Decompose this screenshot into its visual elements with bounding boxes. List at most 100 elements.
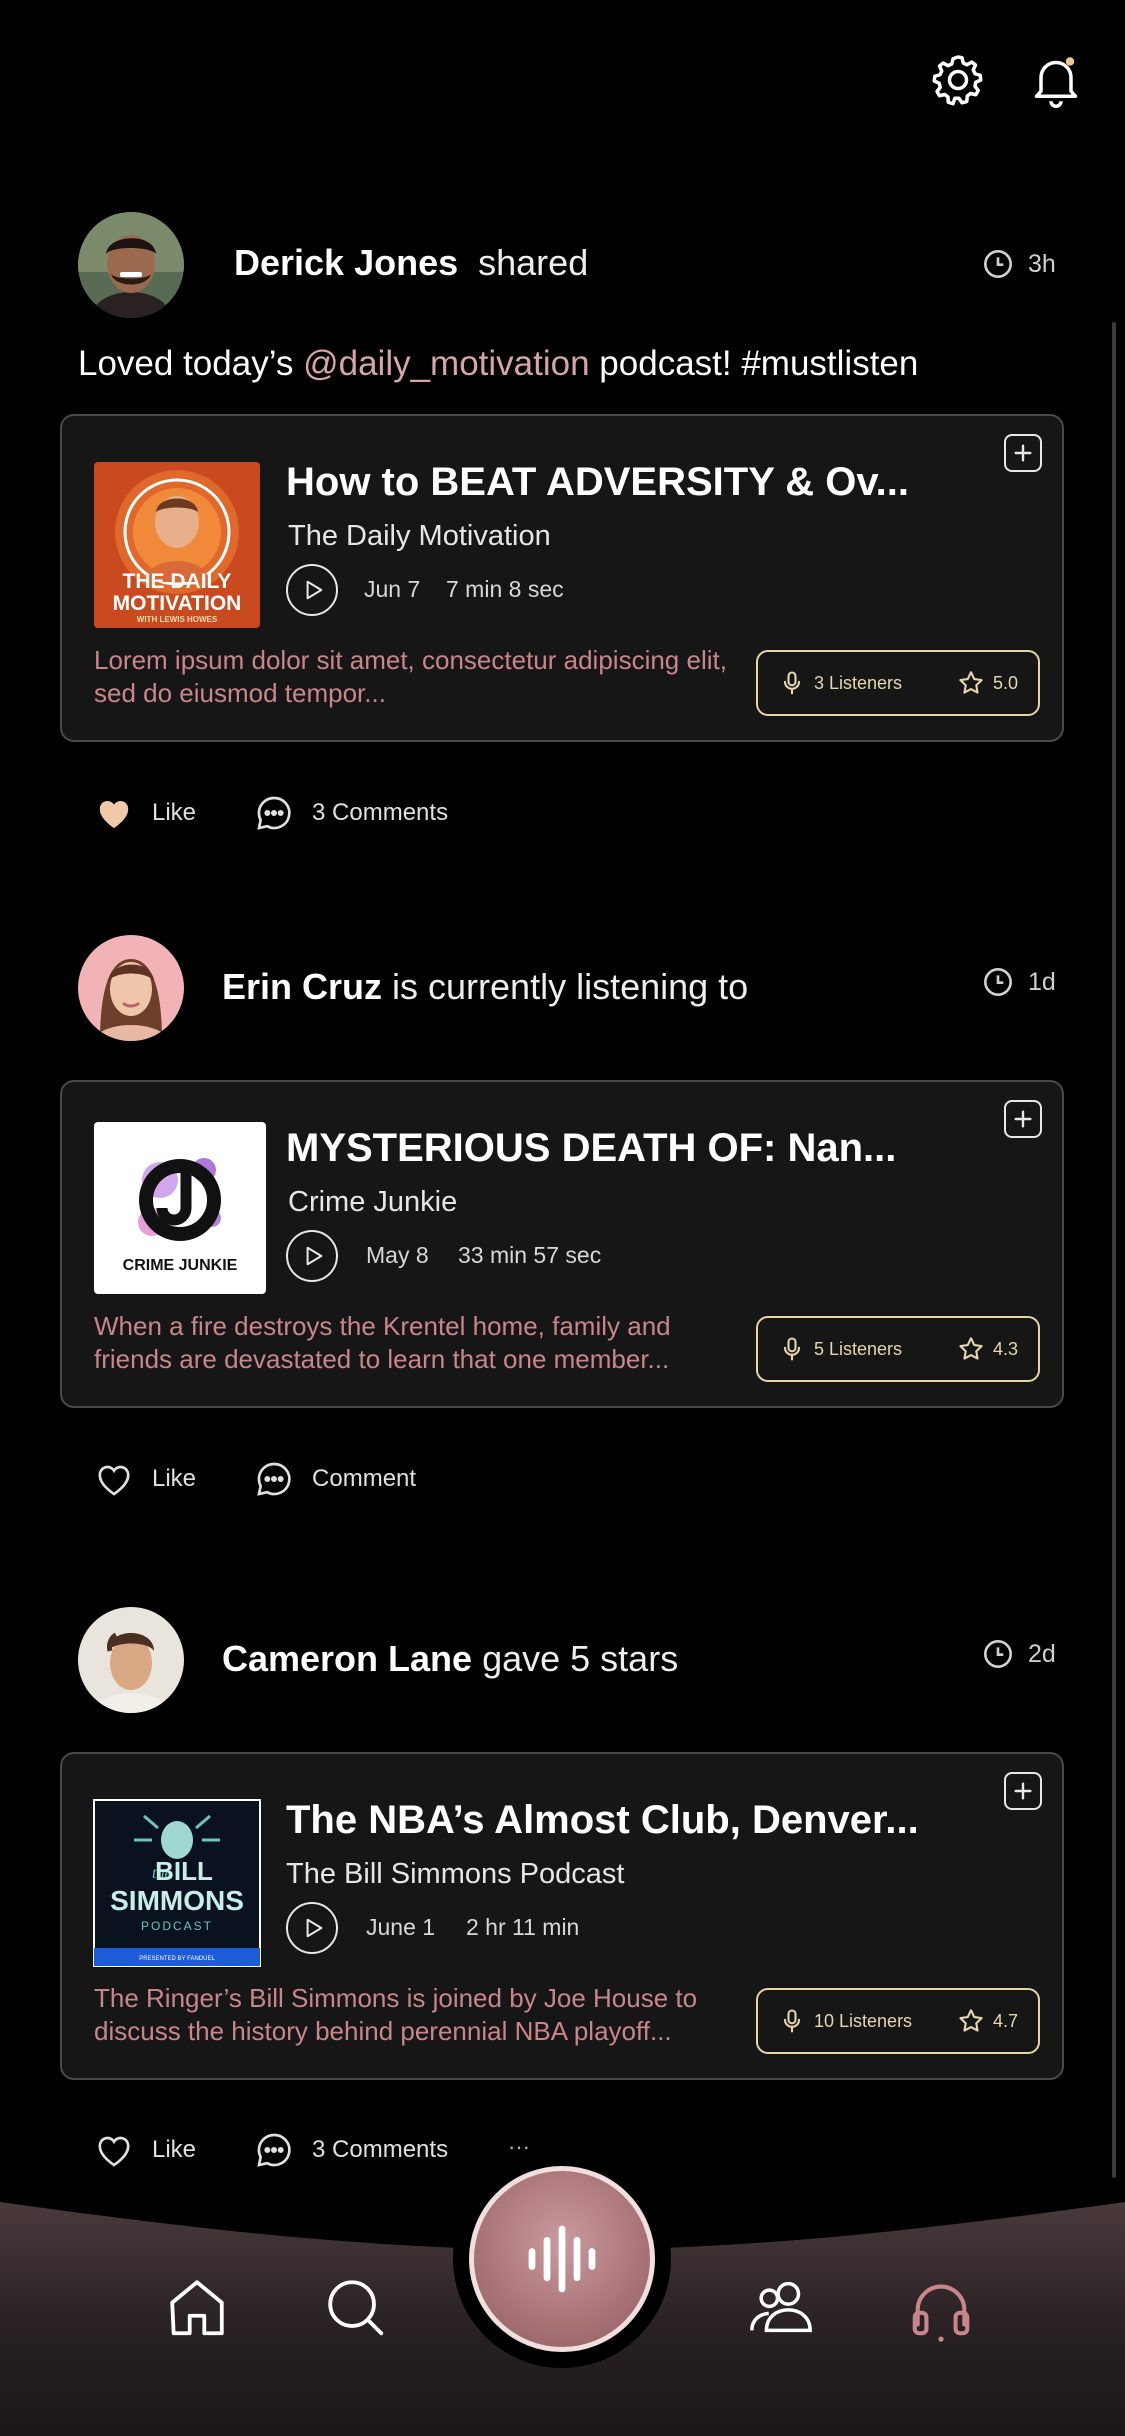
comment-button[interactable]: 3 Comments [254, 2130, 448, 2170]
record-icon [528, 2225, 596, 2293]
post-header: Cameron Lane gave 5 stars [222, 1638, 678, 1680]
show-name[interactable]: The Bill Simmons Podcast [286, 1858, 624, 1891]
show-name[interactable]: Crime Junkie [288, 1186, 457, 1219]
nav-friends[interactable] [746, 2272, 816, 2342]
rating-value: 4.3 [992, 1338, 1018, 1359]
cover-text: CRIME JUNKIE [123, 1257, 238, 1274]
add-to-queue-button[interactable] [1004, 1100, 1042, 1138]
post-actions: Like 3 Comments [94, 2130, 448, 2170]
episode-title[interactable]: MYSTERIOUS DEATH OF: Nan... [286, 1126, 896, 1171]
play-button[interactable] [286, 564, 338, 616]
scrollbar[interactable] [1112, 322, 1116, 2178]
home-icon [170, 2280, 224, 2336]
podcast-card[interactable]: CRIME JUNKIE MYSTERIOUS DEATH OF: Nan...… [60, 1080, 1064, 1408]
daily-motivation-cover-image: THE DAILY MOTIVATION WITH LEWIS HOWES [94, 462, 260, 628]
clock-icon [984, 968, 1012, 996]
episode-duration: 33 min 57 sec [458, 1242, 602, 1268]
like-label: Like [152, 799, 197, 826]
star-icon [959, 2009, 983, 2032]
episode-duration: 7 min 8 sec [446, 576, 564, 602]
cover-text: BILL [155, 1856, 213, 1886]
listeners-count: 3 Listeners [814, 672, 903, 693]
post-time: 2d [982, 1638, 1056, 1670]
listeners-count: 10 Listeners [814, 2010, 913, 2031]
comment-label: 3 Comments [312, 799, 449, 826]
episode-description: Lorem ipsum dolor sit amet, consectetur … [94, 645, 727, 708]
cover-text: MOTIVATION [113, 592, 242, 615]
comment-icon [257, 796, 291, 830]
comment-icon [257, 2133, 291, 2167]
friends-icon [750, 2281, 812, 2333]
clock-icon [984, 250, 1012, 278]
episode-stats[interactable]: 5 Listeners 4.3 [756, 1316, 1040, 1382]
play-icon [306, 580, 322, 600]
episode-stats[interactable]: 10 Listeners 4.7 [756, 1988, 1040, 2054]
notifications-button[interactable] [1024, 48, 1088, 112]
microphone-icon [783, 2009, 801, 2033]
cover-text: PODCAST [141, 1919, 213, 1933]
nav-home[interactable] [162, 2272, 232, 2342]
episode-title[interactable]: How to BEAT ADVERSITY & Ov... [286, 460, 909, 505]
add-to-queue-button[interactable] [1004, 434, 1042, 472]
plus-icon [1014, 1110, 1032, 1128]
nav-listening[interactable] [906, 2272, 976, 2342]
like-button[interactable]: Like [94, 1459, 196, 1499]
rating-value: 4.7 [992, 2010, 1018, 2031]
clock-icon [984, 1640, 1012, 1668]
comment-button[interactable]: Comment [254, 1459, 416, 1499]
headphones-icon [912, 2284, 970, 2342]
episode-description: When a fire destroys the Krentel home, f… [94, 1311, 671, 1374]
heart-icon [98, 2136, 130, 2167]
like-button[interactable]: Like [94, 793, 196, 833]
show-name[interactable]: The Daily Motivation [288, 520, 551, 553]
caption-text: podcast! #mustlisten [589, 344, 919, 383]
cover-text: SIMMONS [110, 1885, 244, 1916]
episode-stats[interactable]: 3 Listeners 5.0 [756, 650, 1040, 716]
comment-label: 3 Comments [312, 2136, 449, 2163]
user-name[interactable]: Erin Cruz [222, 966, 382, 1007]
time-label: 3h [1028, 249, 1056, 278]
play-button[interactable] [286, 1902, 338, 1954]
episode-date: Jun 7 [364, 576, 421, 602]
episode-date: May 8 [366, 1242, 429, 1268]
record-button[interactable] [469, 2166, 655, 2352]
time-label: 2d [1028, 1639, 1056, 1668]
post-action: is currently listening to [392, 966, 749, 1007]
search-icon [328, 2280, 384, 2336]
add-to-queue-button[interactable] [1004, 1772, 1042, 1810]
cover-text: PRESENTED BY FANDUEL [139, 1956, 215, 1962]
bill-simmons-cover-image: the BILL SIMMONS PODCAST PRESENTED BY FA… [92, 1798, 262, 1968]
rating-value: 5.0 [992, 672, 1018, 693]
avatar[interactable] [78, 1607, 184, 1713]
avatar[interactable] [78, 212, 184, 318]
like-label: Like [152, 1465, 197, 1492]
nav-search[interactable] [320, 2272, 390, 2342]
podcast-card[interactable]: the BILL SIMMONS PODCAST PRESENTED BY FA… [60, 1752, 1064, 2080]
post-caption: Loved today’s @daily_motivation podcast!… [78, 344, 918, 384]
podcast-cover: THE DAILY MOTIVATION WITH LEWIS HOWES [94, 462, 260, 628]
like-button[interactable]: Like [94, 2130, 196, 2170]
time-label: 1d [1028, 967, 1056, 996]
comment-icon [257, 1462, 291, 1496]
user-avatar-image [78, 1607, 184, 1713]
mention-link[interactable]: @daily_motivation [303, 344, 590, 383]
like-label: Like [152, 2136, 197, 2163]
comment-button[interactable]: 3 Comments [254, 793, 448, 833]
bell-icon [1034, 57, 1078, 108]
avatar[interactable] [78, 935, 184, 1041]
podcast-card[interactable]: THE DAILY MOTIVATION WITH LEWIS HOWES Ho… [60, 414, 1064, 742]
listeners-count: 5 Listeners [814, 1338, 903, 1359]
microphone-icon [783, 671, 801, 695]
play-icon [306, 1918, 322, 1938]
play-icon [306, 1246, 322, 1266]
episode-title[interactable]: The NBA’s Almost Club, Denver... [286, 1798, 919, 1843]
user-avatar-image [78, 212, 184, 318]
user-name[interactable]: Cameron Lane [222, 1638, 472, 1679]
more-options-button[interactable]: ··· [508, 2134, 530, 2160]
play-button[interactable] [286, 1230, 338, 1282]
star-icon [959, 1337, 983, 1360]
post-action: shared [478, 242, 589, 283]
post-actions: Like 3 Comments [94, 793, 448, 833]
settings-button[interactable] [926, 48, 990, 112]
user-name[interactable]: Derick Jones [234, 242, 458, 283]
